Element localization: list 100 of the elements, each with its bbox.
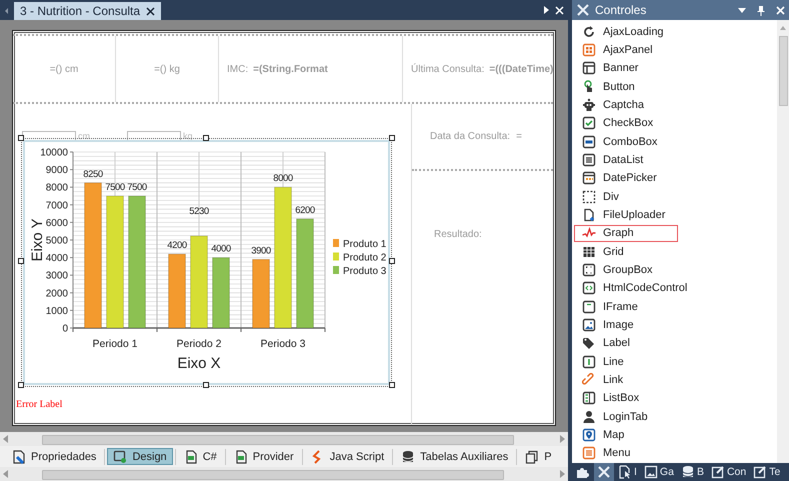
design-icon bbox=[113, 450, 128, 464]
view-tab[interactable]: C# bbox=[178, 448, 223, 465]
control-item[interactable]: FileUploader bbox=[574, 206, 678, 224]
control-item[interactable]: Banner bbox=[574, 60, 678, 77]
resize-handle[interactable] bbox=[18, 258, 24, 264]
control-item[interactable]: Button bbox=[574, 78, 678, 96]
menu-icon bbox=[582, 446, 596, 460]
tick-label: 0 bbox=[62, 324, 68, 334]
tick-label: 10000 bbox=[40, 148, 68, 158]
code-file-icon bbox=[234, 450, 248, 464]
edit-icon bbox=[710, 465, 725, 479]
input-field[interactable] bbox=[22, 130, 76, 140]
tick-label: 5000 bbox=[46, 236, 68, 246]
toolbar-tab[interactable]: B bbox=[678, 463, 707, 481]
toolbar-tab[interactable] bbox=[594, 463, 614, 481]
resize-handle[interactable] bbox=[18, 135, 24, 141]
vertical-scrollbar[interactable] bbox=[777, 20, 789, 463]
control-item[interactable]: DatePicker bbox=[574, 170, 678, 187]
document-tab[interactable]: 3 - Nutrition - Consulta bbox=[14, 2, 162, 20]
dropdown-icon bbox=[582, 134, 596, 149]
view-tab[interactable]: Propriedades bbox=[6, 448, 102, 465]
data-label: 4000 bbox=[211, 244, 231, 255]
view-tab[interactable]: Provider bbox=[228, 448, 300, 465]
control-item[interactable]: Image bbox=[574, 316, 678, 334]
control-item[interactable]: IFrame bbox=[574, 298, 678, 316]
data-label: 3900 bbox=[251, 245, 271, 256]
input-field[interactable] bbox=[127, 130, 181, 140]
image-icon bbox=[644, 465, 658, 479]
control-item[interactable]: Label bbox=[574, 334, 678, 352]
control-item[interactable]: Menu bbox=[574, 444, 678, 462]
resize-handle[interactable] bbox=[389, 135, 395, 141]
control-item[interactable]: LoginTab bbox=[574, 408, 678, 426]
toolbar-tab[interactable]: Te bbox=[750, 463, 784, 481]
field-expression: =() kg bbox=[154, 64, 180, 74]
legend-label: Produto 3 bbox=[343, 266, 386, 277]
person-icon bbox=[582, 410, 596, 424]
control-item[interactable]: AjaxPanel bbox=[574, 41, 678, 59]
control-item[interactable]: Captcha bbox=[574, 96, 678, 114]
resize-handle[interactable] bbox=[389, 258, 395, 264]
view-tab[interactable]: Java Script bbox=[304, 448, 390, 465]
axis-title: Eixo Y bbox=[29, 218, 46, 262]
dropdown-icon[interactable] bbox=[738, 8, 746, 12]
control-item[interactable]: Line bbox=[574, 352, 678, 370]
category-label: Periodo 2 bbox=[176, 338, 222, 350]
control-item[interactable]: Grid bbox=[574, 242, 678, 260]
checkbox-icon bbox=[582, 116, 596, 130]
control-item[interactable]: CheckBox bbox=[574, 114, 678, 132]
list-box-icon bbox=[582, 391, 596, 406]
control-item[interactable]: DataList bbox=[574, 151, 678, 169]
scrollbar-thumb[interactable] bbox=[42, 435, 514, 445]
pointer-file-icon bbox=[618, 465, 632, 479]
frame-icon bbox=[582, 300, 596, 314]
control-item[interactable]: Link bbox=[574, 371, 678, 389]
bar bbox=[212, 257, 230, 328]
toolbar-tab[interactable]: Con bbox=[708, 463, 750, 481]
table-icon bbox=[582, 244, 596, 259]
robot-icon bbox=[582, 98, 596, 112]
scroll-right-icon[interactable] bbox=[544, 6, 549, 14]
control-item[interactable]: ListBox bbox=[574, 390, 678, 407]
map-pin-icon bbox=[582, 428, 596, 442]
scrollbar-thumb[interactable] bbox=[779, 36, 788, 106]
control-item[interactable]: Div bbox=[574, 188, 678, 206]
toolbar-tab[interactable]: I bbox=[615, 463, 640, 481]
tick-label: 2000 bbox=[46, 288, 68, 300]
bar bbox=[252, 258, 270, 328]
resize-handle[interactable] bbox=[389, 382, 395, 388]
image-icon bbox=[582, 318, 596, 332]
field-label: IMC: bbox=[227, 64, 248, 74]
control-item[interactable]: GroupBox bbox=[574, 261, 678, 279]
close-icon[interactable] bbox=[146, 6, 156, 16]
toolbar-tab[interactable]: Ga bbox=[640, 463, 677, 481]
control-item[interactable]: ComboBox bbox=[574, 132, 678, 150]
pin-icon[interactable] bbox=[757, 4, 765, 16]
tag-icon bbox=[582, 336, 596, 350]
tick-label: 1000 bbox=[46, 306, 68, 317]
scrollbar-thumb[interactable] bbox=[42, 470, 504, 480]
edit-icon bbox=[753, 465, 768, 479]
resize-handle[interactable] bbox=[203, 382, 209, 388]
view-tab[interactable]: P bbox=[519, 448, 558, 465]
tick-label: 9000 bbox=[46, 165, 68, 176]
field-expression: =(String.Format bbox=[253, 64, 328, 74]
control-item[interactable]: Graph bbox=[574, 224, 678, 242]
file-upload-icon bbox=[582, 208, 596, 222]
data-label: 7500 bbox=[105, 182, 125, 193]
calendar-icon bbox=[582, 171, 596, 186]
legend-label: Produto 1 bbox=[343, 239, 386, 250]
resize-handle[interactable] bbox=[18, 382, 24, 388]
view-tab[interactable]: Tabelas Auxiliares bbox=[395, 448, 514, 465]
control-item[interactable]: Map bbox=[574, 426, 678, 444]
group-box-icon bbox=[582, 262, 596, 277]
control-item[interactable]: AjaxLoading bbox=[574, 23, 678, 40]
field-expression: =() cm bbox=[50, 64, 78, 74]
control-item[interactable]: HtmlCodeControl bbox=[574, 280, 692, 297]
tick-label: 4000 bbox=[46, 253, 68, 264]
panel-title: Controles bbox=[595, 3, 646, 17]
resize-handle[interactable] bbox=[203, 135, 209, 141]
error-label: Error Label bbox=[16, 399, 62, 410]
view-tab[interactable]: Design bbox=[107, 448, 173, 465]
layout-icon bbox=[582, 61, 596, 76]
code-icon bbox=[582, 281, 596, 296]
